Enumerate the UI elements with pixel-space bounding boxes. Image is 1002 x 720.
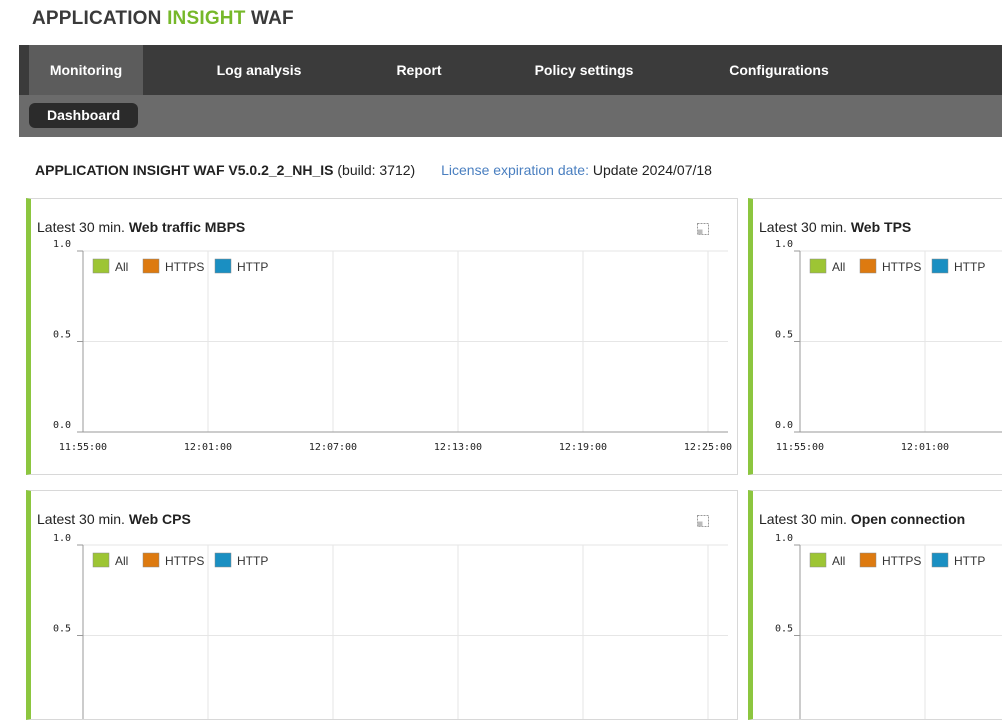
x-tick-label: 12:07:00 xyxy=(309,442,357,453)
logo-text-insight: INSIGHT xyxy=(167,8,246,29)
chart-panel-web-tps: Latest 30 min. Web TPS 0.0 0.5 1.0 11:55:00… xyxy=(748,198,1002,475)
legend-swatch-http xyxy=(214,258,232,274)
chart-panel-web-cps: Latest 30 min. Web CPS 0.5 1.0 All HTTPS HTT… xyxy=(26,490,738,720)
legend-swatch-http xyxy=(931,258,949,274)
legend-label-https: HTTPS xyxy=(165,554,204,568)
tab-log-analysis[interactable]: Log analysis xyxy=(189,45,329,95)
legend-label-http: HTTP xyxy=(954,554,985,568)
chart-panel-open-connection: Latest 30 min. Open connection 0.5 1.0 All… xyxy=(748,490,1002,720)
subtab-dashboard[interactable]: Dashboard xyxy=(29,103,139,128)
legend-label-https: HTTPS xyxy=(165,260,204,274)
y-tick-label: 0.5 xyxy=(775,624,793,635)
x-tick-label: 11:55:00 xyxy=(59,442,107,453)
legend-swatch-all xyxy=(809,552,827,568)
y-tick-label: 0.0 xyxy=(775,420,793,431)
legend-swatch-all xyxy=(92,552,110,568)
y-tick-label: 1.0 xyxy=(53,239,71,250)
y-tick-label: 0.5 xyxy=(775,330,793,341)
y-tick-label: 0.5 xyxy=(53,330,71,341)
legend-label-http: HTTP xyxy=(954,260,985,274)
legend-swatch-http xyxy=(931,552,949,568)
main-nav: Monitoring Log analysis Report Policy se… xyxy=(19,45,1002,95)
legend-label-http: HTTP xyxy=(237,260,268,274)
product-version: APPLICATION INSIGHT WAF V5.0.2_2_NH_IS xyxy=(35,162,334,178)
tab-policy-settings[interactable]: Policy settings xyxy=(509,45,659,95)
legend-swatch-all xyxy=(92,258,110,274)
tab-report[interactable]: Report xyxy=(374,45,464,95)
legend-swatch-https xyxy=(859,258,877,274)
sub-nav: Dashboard xyxy=(19,95,1002,137)
y-tick-label: 0.0 xyxy=(53,420,71,431)
y-tick-label: 0.5 xyxy=(53,624,71,635)
build-number: (build: 3712) xyxy=(337,162,416,178)
y-tick-label: 1.0 xyxy=(53,533,71,544)
legend-label-all: All xyxy=(115,554,128,568)
tab-configurations[interactable]: Configurations xyxy=(704,45,854,95)
legend-label-https: HTTPS xyxy=(882,260,921,274)
legend-label-all: All xyxy=(832,260,845,274)
legend-label-all: All xyxy=(115,260,128,274)
legend-swatch-https xyxy=(859,552,877,568)
chart-panel-web-traffic: Latest 30 min. Web traffic MBPS 0.0 0.5 1.… xyxy=(26,198,738,475)
logo-text-waf: WAF xyxy=(251,8,294,29)
x-tick-label: 12:01:00 xyxy=(184,442,232,453)
y-tick-label: 1.0 xyxy=(775,239,793,250)
legend-label-https: HTTPS xyxy=(882,554,921,568)
x-tick-label: 12:19:00 xyxy=(559,442,607,453)
system-info: APPLICATION INSIGHT WAF V5.0.2_2_NH_IS (… xyxy=(35,160,712,180)
license-label: License expiration date: xyxy=(441,162,589,178)
tab-monitoring[interactable]: Monitoring xyxy=(29,45,143,95)
x-tick-label: 12:13:00 xyxy=(434,442,482,453)
legend-label-http: HTTP xyxy=(237,554,268,568)
app-logo: APPLICATION INSIGHT WAF xyxy=(32,6,294,32)
legend-swatch-http xyxy=(214,552,232,568)
legend-swatch-https xyxy=(142,552,160,568)
legend-swatch-all xyxy=(809,258,827,274)
x-tick-label: 12:25:00 xyxy=(684,442,732,453)
legend-swatch-https xyxy=(142,258,160,274)
x-tick-label: 12:01:00 xyxy=(901,442,949,453)
x-tick-label: 11:55:00 xyxy=(776,442,824,453)
y-tick-label: 1.0 xyxy=(775,533,793,544)
legend-label-all: All xyxy=(832,554,845,568)
logo-text-application: APPLICATION xyxy=(32,8,162,29)
license-value: Update 2024/07/18 xyxy=(592,162,712,178)
